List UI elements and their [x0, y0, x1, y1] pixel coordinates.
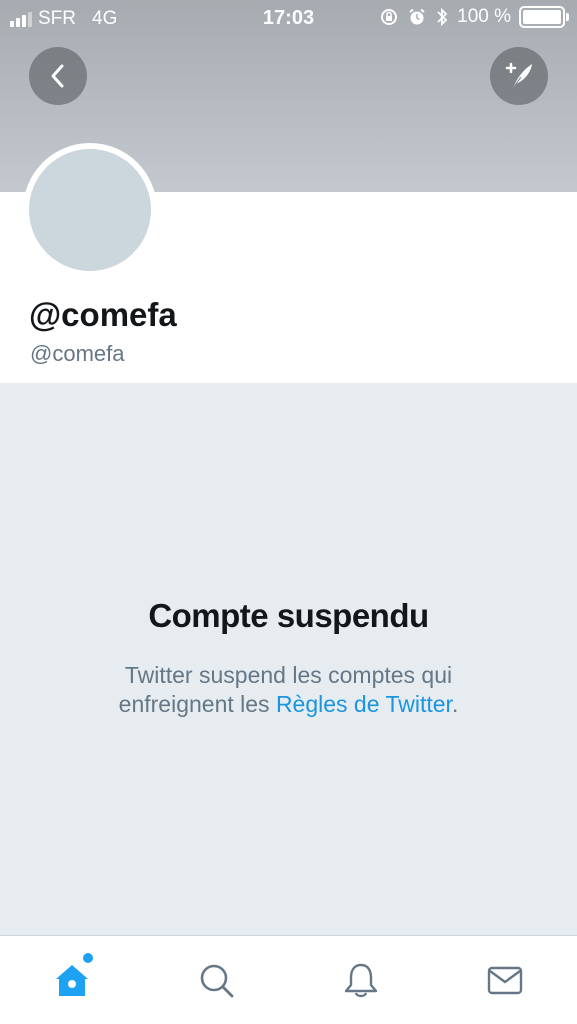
compose-quill-icon — [505, 62, 532, 89]
mail-icon — [487, 966, 523, 995]
default-avatar-image — [29, 149, 151, 271]
avatar[interactable] — [23, 143, 157, 277]
suspended-title: Compte suspendu — [148, 597, 429, 634]
battery-percent: 100 % — [457, 6, 511, 27]
tab-notifications[interactable] — [339, 958, 383, 1002]
suspended-message-line1: Twitter suspend les comptes qui — [124, 662, 453, 688]
back-button[interactable] — [29, 47, 87, 105]
bottom-tab-bar — [0, 935, 577, 1024]
battery-icon — [519, 6, 569, 28]
status-right: 100 % — [379, 6, 569, 28]
home-icon — [56, 965, 88, 996]
suspended-message-prefix: enfreignent les — [118, 691, 276, 717]
tab-search[interactable] — [194, 958, 238, 1002]
profile-handle: @comefa — [30, 341, 125, 366]
bell-icon — [344, 963, 378, 998]
suspended-message: Twitter suspend les comptes qui enfreign… — [60, 661, 517, 719]
twitter-rules-link[interactable]: Règles de Twitter — [276, 691, 452, 717]
suspended-notice: Compte suspendu Twitter suspend les comp… — [0, 383, 577, 935]
suspended-message-suffix: . — [451, 691, 459, 717]
home-notification-dot — [83, 953, 93, 963]
profile-display-name: @comefa — [29, 296, 177, 333]
bluetooth-icon — [437, 7, 448, 27]
compose-tweet-button[interactable] — [490, 47, 548, 105]
tab-messages[interactable] — [483, 958, 527, 1002]
status-bar: SFR 4G 17:03 100 % — [0, 0, 577, 38]
alarm-icon — [409, 8, 425, 25]
orientation-lock-icon — [381, 9, 398, 25]
search-icon — [200, 964, 234, 998]
chevron-left-icon — [51, 64, 64, 88]
tab-home[interactable] — [50, 953, 94, 1002]
